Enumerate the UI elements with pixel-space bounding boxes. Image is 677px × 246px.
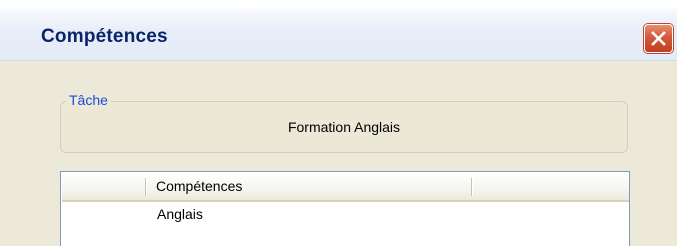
close-icon bbox=[651, 31, 666, 46]
window-title: Compétences bbox=[41, 26, 168, 47]
column-header-3[interactable] bbox=[472, 173, 629, 200]
column-header-1[interactable] bbox=[62, 173, 146, 200]
competences-dialog: Compétences Tâche Formation Anglais Comp… bbox=[0, 0, 677, 246]
listview-header: Compétences bbox=[62, 173, 629, 202]
task-value: Formation Anglais bbox=[287, 119, 401, 135]
list-item-competence: Anglais bbox=[157, 206, 203, 222]
close-button[interactable] bbox=[644, 24, 673, 53]
column-header-competences-label: Compétences bbox=[156, 178, 243, 194]
column-header-competences[interactable]: Compétences bbox=[146, 173, 472, 200]
task-group-legend: Tâche bbox=[66, 92, 111, 108]
competences-listview[interactable]: Compétences Anglais bbox=[60, 171, 630, 246]
list-item[interactable]: Anglais bbox=[62, 202, 629, 224]
title-bar-top-edge bbox=[0, 0, 677, 8]
title-bar[interactable]: Compétences bbox=[0, 0, 677, 61]
